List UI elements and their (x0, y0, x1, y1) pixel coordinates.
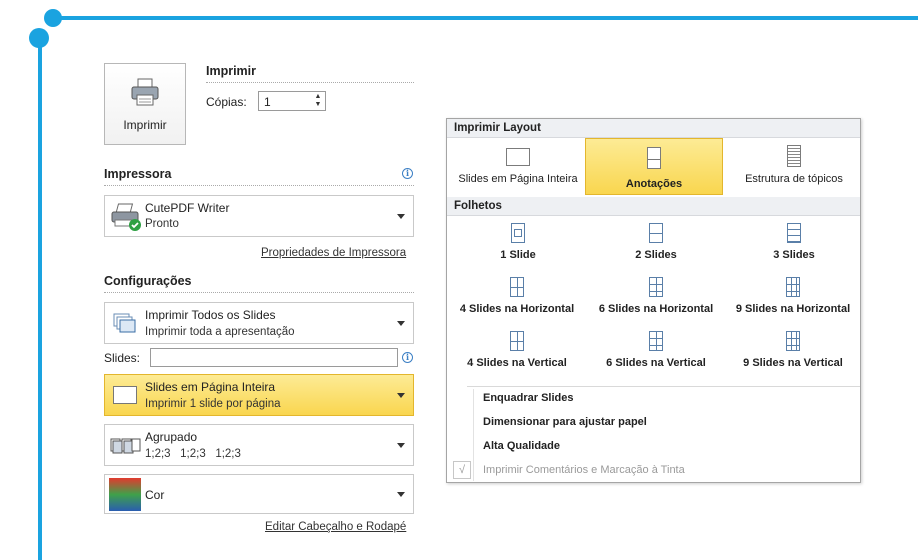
option-label: 6 Slides na Horizontal (598, 303, 714, 315)
menu-item-label: Alta Qualidade (483, 440, 561, 452)
layout-header: Imprimir Layout (447, 119, 860, 138)
slides-input[interactable] (150, 348, 398, 367)
print-button[interactable]: Imprimir (104, 63, 186, 145)
frame-dot (44, 9, 62, 27)
menu-item-label: Enquadrar Slides (483, 392, 574, 404)
option-label: 1 Slide (500, 249, 536, 261)
handout-6-horizontal-option[interactable]: 6 Slides na Horizontal (587, 277, 725, 315)
collated-pages-icon (110, 438, 141, 454)
handout-6-vertical-option[interactable]: 6 Slides na Vertical (587, 331, 725, 369)
menu-gutter (473, 389, 474, 481)
frame-dot (29, 28, 49, 48)
spin-arrows-icon[interactable]: ▲ ▼ (312, 93, 324, 109)
handout-9-vertical-option[interactable]: 9 Slides na Vertical (725, 331, 861, 369)
printer-name: CutePDF Writer (145, 201, 230, 215)
divider (104, 292, 414, 293)
two-slides-icon (649, 223, 663, 243)
printer-section-title: Impressora (104, 167, 172, 181)
menu-item-label: Dimensionar para ajustar papel (483, 416, 647, 428)
layout-subtitle: Imprimir 1 slide por página (145, 398, 281, 410)
printer-dropdown[interactable]: CutePDF Writer Pronto (104, 195, 414, 237)
dropdown-arrow-icon (397, 321, 405, 326)
handout-2-slides-option[interactable]: 2 Slides (589, 223, 723, 261)
print-button-label: Imprimir (123, 118, 167, 132)
edit-header-footer-link[interactable]: Editar Cabeçalho e Rodapé (265, 521, 406, 533)
option-label: 3 Slides (773, 249, 815, 261)
divider (104, 185, 414, 186)
printer-status: Pronto (145, 218, 179, 230)
option-label: Estrutura de tópicos (745, 173, 843, 185)
handout-1-slide-option[interactable]: 1 Slide (451, 223, 585, 261)
handout-9-horizontal-option[interactable]: 9 Slides na Horizontal (725, 277, 861, 315)
six-slides-vertical-icon (649, 331, 663, 351)
menu-item-label: Imprimir Comentários e Marcação à Tinta (483, 464, 685, 476)
option-label: 9 Slides na Vertical (743, 357, 843, 369)
settings-section-title: Configurações (104, 274, 192, 288)
nine-slides-vertical-icon (786, 331, 800, 351)
all-slides-icon (113, 313, 136, 333)
print-comments-item[interactable]: Imprimir Comentários e Marcação à Tinta (483, 464, 685, 476)
four-slides-vertical-icon (510, 331, 524, 351)
divider (206, 82, 414, 83)
one-slide-icon (511, 223, 525, 243)
color-title: Cor (145, 488, 165, 502)
notes-page-icon (647, 147, 661, 169)
handout-3-slides-option[interactable]: 3 Slides (727, 223, 861, 261)
print-layout-menu: Imprimir Layout Slides em Página Inteira… (446, 118, 861, 483)
dropdown-arrow-icon (397, 393, 405, 398)
print-title: Imprimir (206, 64, 257, 78)
check-icon: √ (453, 461, 471, 479)
scale-to-fit-item[interactable]: Dimensionar para ajustar papel (483, 416, 647, 428)
printer-properties-link[interactable]: Propriedades de Impressora (261, 247, 406, 259)
four-slides-horizontal-icon (510, 277, 524, 297)
option-label: 2 Slides (635, 249, 677, 261)
full-page-slide-icon (506, 148, 530, 166)
handouts-header: Folhetos (447, 197, 860, 216)
frame-left-line (38, 36, 42, 560)
copies-stepper[interactable]: 1 ▲ ▼ (258, 91, 326, 111)
six-slides-horizontal-icon (649, 277, 663, 297)
three-slides-icon (787, 223, 801, 243)
option-label: 4 Slides na Horizontal (459, 303, 575, 315)
dropdown-arrow-icon (397, 214, 405, 219)
info-icon[interactable]: i (402, 168, 413, 179)
slides-label: Slides: (104, 351, 141, 365)
print-range-dropdown[interactable]: Imprimir Todos os Slides Imprimir toda a… (104, 302, 414, 344)
frame-slides-item[interactable]: Enquadrar Slides (483, 392, 573, 404)
color-dropdown[interactable]: Cor (104, 474, 414, 514)
color-swatch-icon (109, 478, 141, 511)
info-icon[interactable]: i (402, 352, 413, 363)
printer-icon (131, 78, 159, 106)
handout-4-vertical-option[interactable]: 4 Slides na Vertical (447, 331, 587, 369)
copies-value: 1 (264, 95, 271, 109)
frame-top-line (46, 16, 918, 20)
layout-notes-option[interactable]: Anotações (585, 138, 723, 195)
collate-subtitle: 1;2;3 1;2;3 1;2;3 (145, 448, 241, 460)
layout-outline-option[interactable]: Estrutura de tópicos (727, 145, 861, 193)
dropdown-arrow-icon (397, 492, 405, 497)
handout-4-horizontal-option[interactable]: 4 Slides na Horizontal (447, 277, 587, 315)
option-label: 9 Slides na Horizontal (735, 303, 851, 315)
print-range-subtitle: Imprimir toda a apresentação (145, 326, 295, 338)
print-range-title: Imprimir Todos os Slides (145, 308, 276, 322)
high-quality-item[interactable]: Alta Qualidade (483, 440, 560, 452)
option-label: Slides em Página Inteira (458, 173, 578, 185)
dropdown-arrow-icon (397, 443, 405, 448)
layout-dropdown[interactable]: Slides em Página Inteira Imprimir 1 slid… (104, 374, 414, 416)
full-page-slide-icon (113, 386, 137, 404)
collate-dropdown[interactable]: Agrupado 1;2;3 1;2;3 1;2;3 (104, 424, 414, 466)
layout-full-page-option[interactable]: Slides em Página Inteira (451, 145, 585, 193)
divider (467, 386, 860, 387)
option-label: Anotações (625, 178, 683, 190)
nine-slides-horizontal-icon (786, 277, 800, 297)
outline-page-icon (787, 145, 801, 167)
layout-title: Slides em Página Inteira (145, 380, 276, 394)
collate-title: Agrupado (145, 430, 198, 444)
option-label: 4 Slides na Vertical (467, 357, 567, 369)
printer-ready-icon (111, 203, 141, 231)
option-label: 6 Slides na Vertical (606, 357, 706, 369)
copies-label: Cópias: (206, 95, 247, 109)
